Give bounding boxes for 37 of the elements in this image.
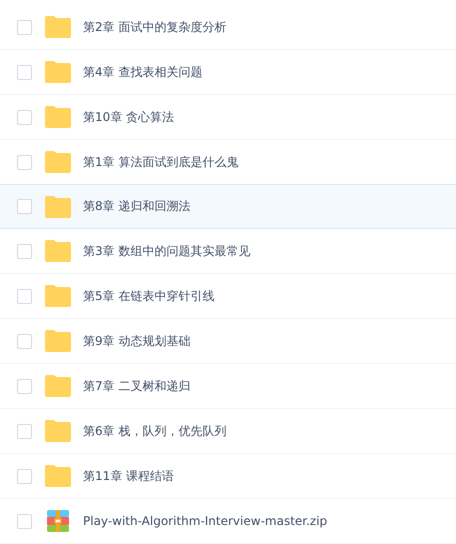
checkbox[interactable]: [17, 244, 32, 258]
file-name: 第5章 在链表中穿针引线: [83, 288, 214, 304]
checkbox[interactable]: [17, 199, 32, 214]
checkbox[interactable]: [17, 514, 32, 528]
checkbox[interactable]: [17, 64, 32, 80]
checkbox[interactable]: [17, 20, 32, 34]
file-name: Play-with-Algorithm-Interview-master.zip: [83, 514, 328, 528]
checkbox[interactable]: [17, 334, 32, 348]
file-name: 第2章 面试中的复杂度分析: [83, 18, 226, 36]
checkbox[interactable]: [17, 424, 32, 438]
file-row[interactable]: 第8章 递归和回溯法: [0, 184, 456, 229]
file-name: 第1章 算法面试到底是什么鬼: [83, 154, 238, 170]
folder-icon: [45, 375, 71, 397]
file-name: 第3章 数组中的问题其实最常见: [83, 242, 250, 260]
file-name: 第7章 二叉树和递归: [83, 378, 190, 394]
checkbox[interactable]: [17, 378, 32, 394]
folder-icon: [45, 285, 71, 307]
folder-icon: [45, 16, 71, 38]
file-name: 第4章 查找表相关问题: [83, 64, 202, 80]
checkbox[interactable]: [17, 288, 32, 304]
file-name: 第11章 课程结语: [83, 468, 174, 484]
folder-icon: [45, 61, 71, 83]
file-name: 第10章 贪心算法: [83, 108, 174, 126]
checkbox[interactable]: [17, 110, 32, 124]
checkbox[interactable]: [17, 154, 32, 170]
file-name: 第6章 栈，队列，优先队列: [83, 422, 226, 440]
folder-icon: [45, 465, 71, 487]
file-name: 第8章 递归和回溯法: [83, 198, 190, 215]
folder-icon: [45, 420, 71, 442]
folder-icon: [45, 196, 71, 218]
folder-icon: [45, 240, 71, 262]
archive-icon: [47, 510, 69, 532]
file-name: 第9章 动态规划基础: [83, 332, 190, 350]
checkbox[interactable]: [17, 468, 32, 484]
folder-icon: [45, 106, 71, 128]
folder-icon: [45, 151, 71, 173]
folder-icon: [45, 330, 71, 352]
